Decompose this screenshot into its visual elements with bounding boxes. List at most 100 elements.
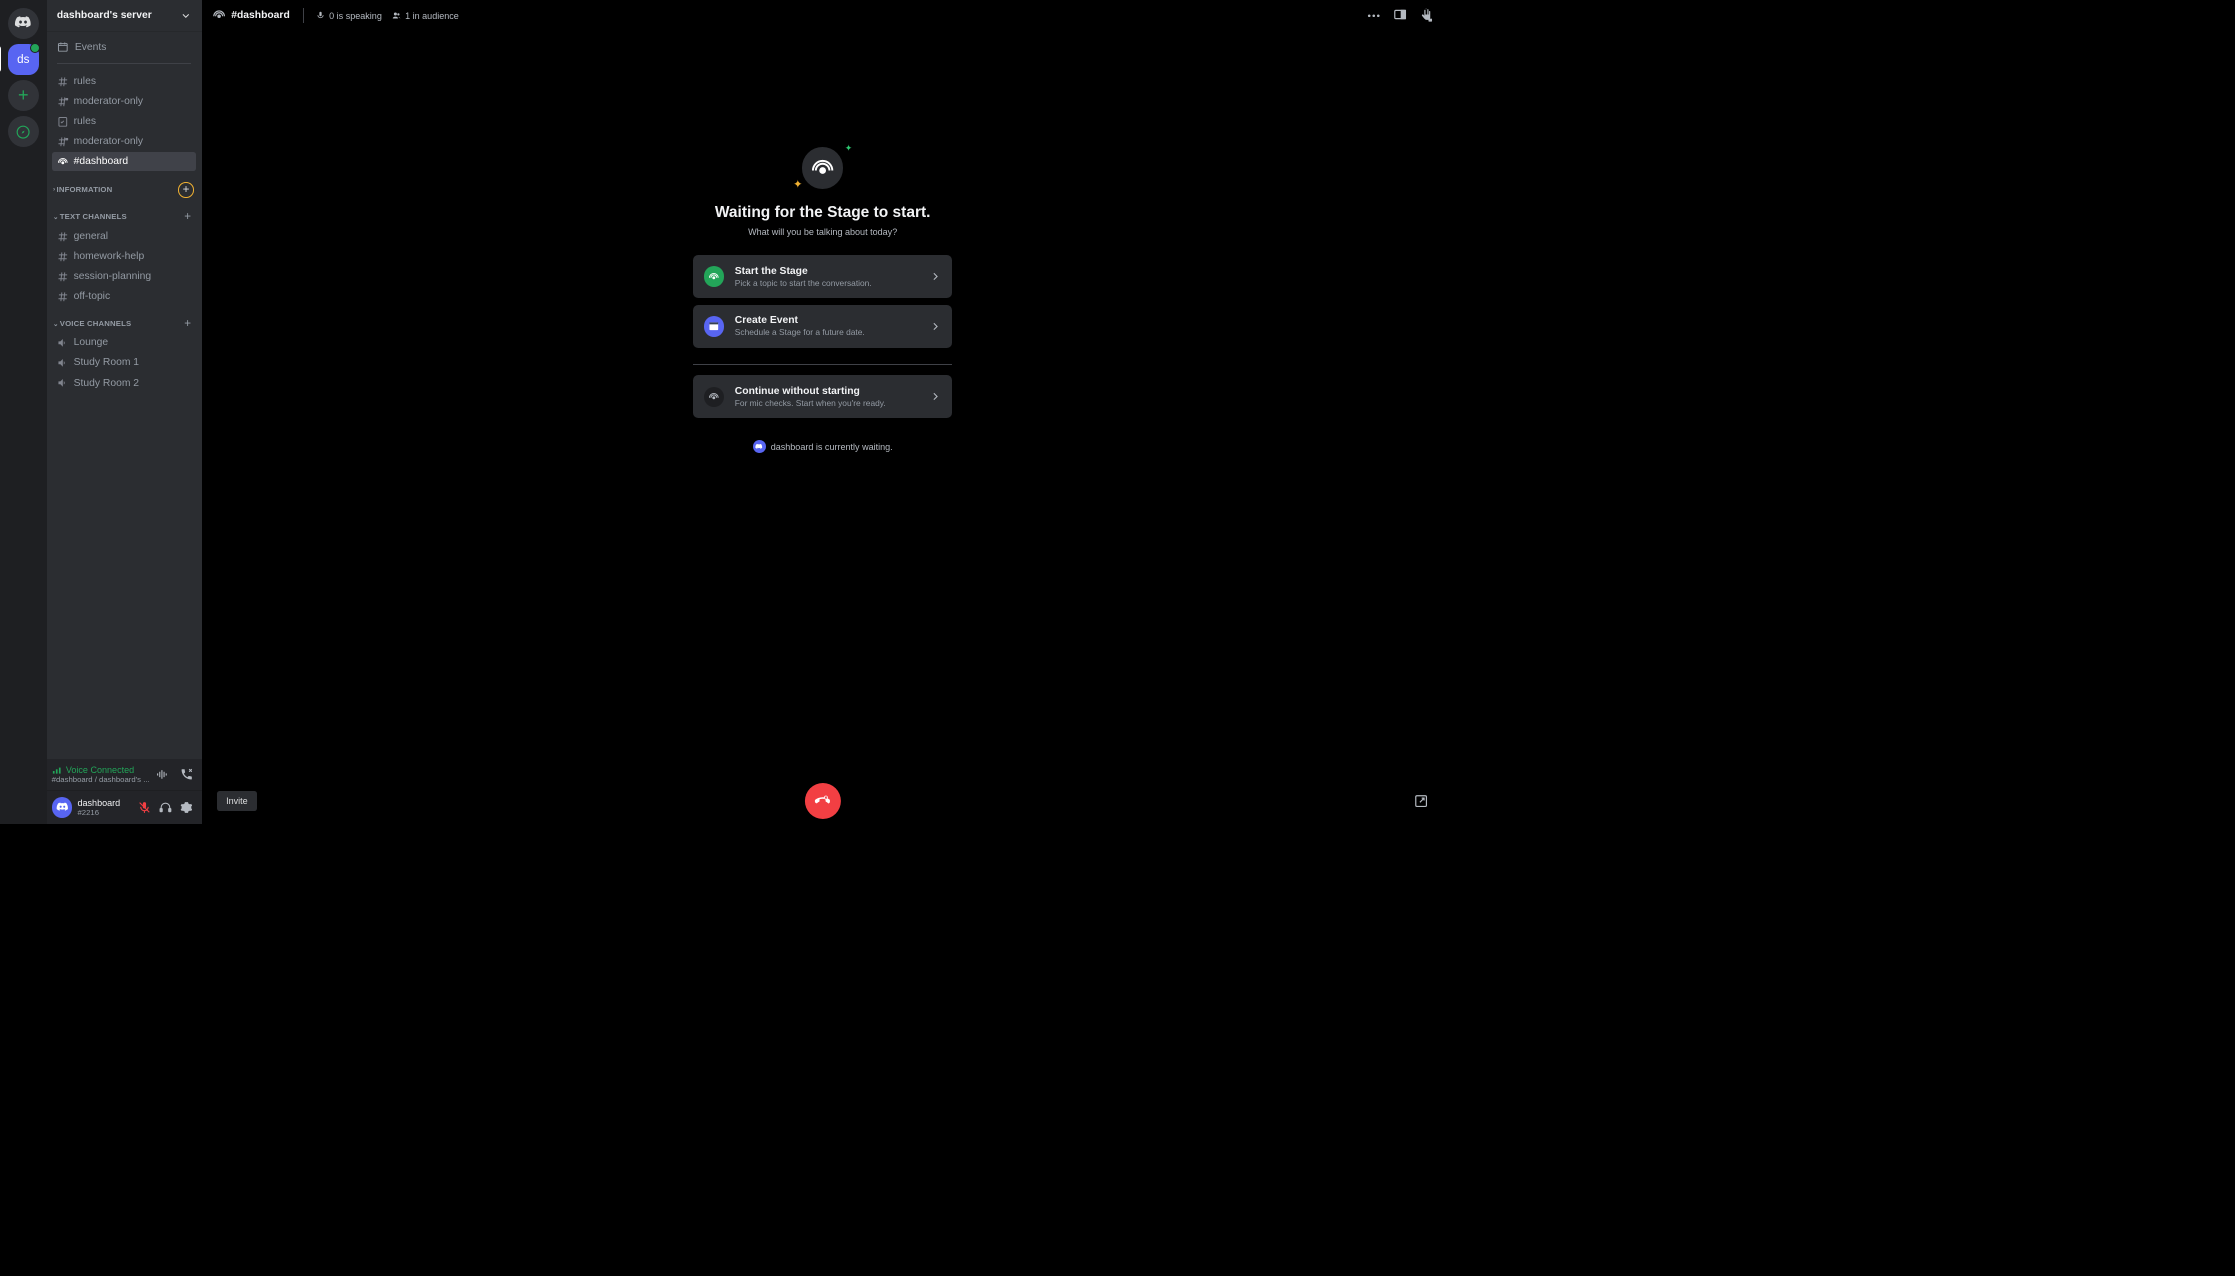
- channel-label: off-topic: [74, 291, 111, 302]
- waiting-text: dashboard is currently waiting.: [771, 442, 893, 452]
- chevron-right-icon: [929, 320, 942, 333]
- add-channel-button[interactable]: +: [182, 210, 194, 223]
- category-text-channels[interactable]: ⌄ TEXT CHANNELS +: [52, 200, 197, 226]
- add-server-button[interactable]: +: [8, 80, 39, 111]
- channel-label: rules: [74, 116, 96, 127]
- add-channel-button[interactable]: +: [182, 317, 194, 330]
- audience-count: 1 in audience: [392, 11, 459, 21]
- user-tag: #2216: [77, 808, 129, 817]
- card-title: Continue without starting: [735, 386, 919, 397]
- bottom-bar: Invite: [202, 778, 1444, 825]
- stage-hero-icon: ✦ ✦: [802, 147, 843, 188]
- channel-off-topic[interactable]: off-topic: [52, 287, 197, 306]
- stage-content: ✦ ✦ Waiting for the Stage to start. What…: [202, 31, 1444, 778]
- rules-icon: [57, 116, 70, 128]
- chevron-right-icon: [929, 270, 942, 283]
- invite-button[interactable]: Invite: [217, 791, 257, 811]
- channel-label: Lounge: [74, 337, 108, 348]
- speaking-count: 0 is speaking: [316, 11, 382, 21]
- channel-label: moderator-only: [74, 136, 143, 147]
- server-abbrev: ds: [17, 53, 29, 66]
- user-avatar[interactable]: [52, 797, 73, 818]
- channel-rules-readonly[interactable]: rules: [52, 112, 197, 131]
- voice-channel-sub: #dashboard / dashboard's ...: [52, 775, 150, 784]
- start-stage-card[interactable]: Start the Stage Pick a topic to start th…: [693, 255, 951, 298]
- raise-hand-button[interactable]: [1418, 8, 1434, 24]
- continue-without-starting-card[interactable]: Continue without starting For mic checks…: [693, 375, 951, 418]
- events-button[interactable]: Events: [52, 36, 197, 58]
- divider: [57, 63, 191, 64]
- channel-label: Study Room 2: [74, 378, 139, 389]
- server-selected-indicator: [0, 46, 1, 72]
- popout-button[interactable]: [1414, 794, 1428, 808]
- channel-label: moderator-only: [74, 96, 143, 107]
- channel-lounge[interactable]: Lounge: [52, 333, 197, 352]
- show-chat-button[interactable]: [1392, 8, 1408, 24]
- channel-label: homework-help: [74, 251, 145, 262]
- channel-moderator-only[interactable]: ▸ moderator-only: [52, 92, 197, 111]
- channel-rules[interactable]: rules: [52, 72, 197, 91]
- home-button[interactable]: [8, 8, 39, 39]
- signal-icon: [52, 765, 62, 775]
- mute-button[interactable]: [134, 797, 155, 818]
- category-information[interactable]: › INFORMATION +: [52, 172, 197, 200]
- user-info[interactable]: dashboard #2216: [77, 798, 129, 817]
- channel-general[interactable]: general: [52, 227, 197, 246]
- category-voice-channels[interactable]: ⌄ VOICE CHANNELS +: [52, 307, 197, 333]
- channel-label: rules: [74, 76, 96, 87]
- channel-session-planning[interactable]: session-planning: [52, 267, 197, 286]
- server-header[interactable]: dashboard's server: [47, 0, 202, 31]
- card-title: Start the Stage: [735, 266, 919, 277]
- channel-dashboard-stage[interactable]: #dashboard: [52, 152, 197, 171]
- stage-icon: [57, 156, 70, 168]
- chevron-down-icon: ⌄: [53, 320, 59, 328]
- stage-heading: Waiting for the Stage to start.: [715, 204, 931, 222]
- server-icon[interactable]: ds: [8, 44, 39, 75]
- main-content: #dashboard 0 is speaking 1 in audience ✦…: [202, 0, 1444, 824]
- card-sub: Pick a topic to start the conversation.: [735, 278, 919, 288]
- channel-homework-help[interactable]: homework-help: [52, 247, 197, 266]
- channel-list: Events rules ▸ moderator-only rules ▸ mo…: [47, 31, 202, 759]
- create-event-card[interactable]: Create Event Schedule a Stage for a futu…: [693, 305, 951, 348]
- chevron-right-icon: [929, 390, 942, 403]
- hash-icon: [57, 251, 70, 263]
- explore-button[interactable]: [8, 116, 39, 147]
- people-icon: [392, 11, 401, 20]
- sparkle-icon: ✦: [793, 177, 803, 191]
- channel-study-room-1[interactable]: Study Room 1: [52, 353, 197, 372]
- speaker-icon: [57, 337, 70, 349]
- voice-status-panel: Voice Connected #dashboard / dashboard's…: [47, 759, 202, 791]
- calendar-icon: [704, 316, 725, 337]
- topbar: #dashboard 0 is speaking 1 in audience: [202, 0, 1444, 31]
- disconnect-call-button[interactable]: [805, 783, 841, 819]
- divider: [693, 364, 951, 365]
- category-label: TEXT CHANNELS: [60, 212, 127, 221]
- more-button[interactable]: [1366, 8, 1382, 24]
- channel-name: #dashboard: [231, 10, 290, 21]
- add-channel-button[interactable]: +: [178, 182, 194, 198]
- channels-panel: dashboard's server Events rules ▸ modera…: [47, 0, 202, 824]
- channel-label: session-planning: [74, 271, 152, 282]
- mic-icon: [316, 11, 325, 20]
- waiting-avatar: [753, 440, 766, 453]
- chevron-right-icon: ›: [53, 186, 55, 193]
- hash-icon: [57, 231, 70, 243]
- noise-suppression-button[interactable]: [152, 764, 173, 785]
- community-badge-icon: [30, 43, 40, 53]
- channel-study-room-2[interactable]: Study Room 2: [52, 373, 197, 392]
- hash-icon: [57, 76, 70, 88]
- chevron-down-icon: [180, 10, 192, 22]
- thread-arrow-icon: ▸: [47, 97, 48, 105]
- deafen-button[interactable]: [155, 797, 176, 818]
- voice-connected-status[interactable]: Voice Connected: [52, 765, 150, 775]
- hash-icon: [57, 291, 70, 303]
- hash-icon: [57, 271, 70, 283]
- channel-moderator-only-2[interactable]: ▸ moderator-only: [52, 132, 197, 151]
- channel-title: #dashboard: [212, 8, 290, 22]
- settings-button[interactable]: [176, 797, 197, 818]
- category-label: VOICE CHANNELS: [60, 319, 132, 328]
- events-label: Events: [75, 42, 107, 53]
- speaker-icon: [57, 377, 70, 389]
- disconnect-button[interactable]: [176, 764, 197, 785]
- divider: [303, 8, 304, 24]
